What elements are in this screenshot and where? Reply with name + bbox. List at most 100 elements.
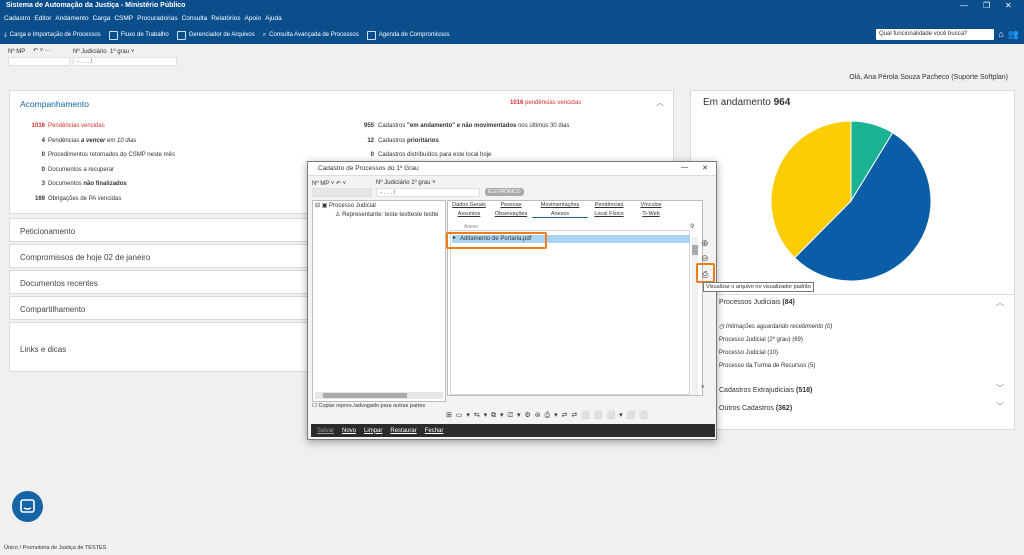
section-links-dicas[interactable]: Links e dicas	[9, 322, 309, 372]
tab-observacoes[interactable]: Observações	[490, 211, 532, 218]
degree-select[interactable]: 1º grau ˅	[110, 49, 134, 55]
tab-assuntos[interactable]: Assuntos	[448, 211, 490, 218]
dialog-minimize-icon[interactable]: —	[681, 164, 688, 171]
section-compromissos[interactable]: Compromissos de hoje 02 de janeiro	[9, 244, 309, 268]
dialog-action-icons[interactable]: ⊞ ▭ ▾ ⇆ ▾ ⧉ ▾ ⎚ ▾ ⚙ ⊜ ⎙ ▾ ⇄ ⇄ ⬜ ⬜ ⬜ ▾ ⬜ …	[446, 411, 649, 420]
stat-count: 3	[41, 181, 45, 187]
processos-judiciais-header[interactable]: Processos Judiciais (84)	[719, 299, 795, 306]
tree-root[interactable]: ⊟ ▣ Processo Judicial	[315, 202, 376, 209]
mp-label: Nº MP	[8, 49, 26, 55]
collapse-chevron-icon[interactable]: ︿	[996, 297, 1004, 308]
menu-consulta[interactable]: Consulta	[182, 15, 208, 26]
section-documentos-recentes[interactable]: Documentos recentes	[9, 270, 309, 294]
tab-vinculos[interactable]: Vínculos	[630, 202, 672, 208]
expand-chevron-icon[interactable]: ﹀	[996, 401, 1004, 412]
toolbar-consulta-button[interactable]: ⌕ Consulta Avançada de Processos	[263, 32, 359, 39]
close-icon[interactable]: ✕	[1005, 1, 1012, 10]
dialog-degree[interactable]: 1º grau	[411, 180, 430, 186]
novo-button[interactable]: Novo	[342, 428, 356, 434]
menu-ajuda[interactable]: Ajuda	[265, 15, 282, 26]
collapse-chevron-icon[interactable]: ︿	[656, 97, 664, 108]
process-tree: ⊟ ▣ Processo Judicial ♙ Representante: t…	[312, 200, 446, 402]
stat-link[interactable]: Cadastros prioritários	[378, 138, 439, 144]
processo-2grau-link[interactable]: Processo Judicial (2º grau) (69)	[719, 337, 803, 343]
processo-turma-link[interactable]: Processo da Turma de Recursos (5)	[719, 363, 815, 369]
dialog-close-icon[interactable]: ✕	[702, 164, 708, 172]
tree-child[interactable]: ♙ Representante: teste testteste testte	[335, 211, 438, 218]
toolbar: ⤓ Carga e Importação de Processos Fluxo d…	[0, 26, 1024, 44]
undo-icon[interactable]: ↶ ˅ ···	[33, 47, 51, 54]
menu-procuradorias[interactable]: Procuradorias	[137, 15, 177, 26]
status-pie-chart	[770, 120, 932, 282]
tab-pessoas[interactable]: Pessoas	[490, 202, 532, 208]
processo-judicial-link[interactable]: Processo Judicial (10)	[719, 350, 778, 356]
stat-link[interactable]: Obrigações de PA vencidas	[48, 196, 121, 202]
menu-editor[interactable]: Editor	[34, 15, 51, 26]
cadastro-processos-dialog: Cadastro de Processos do 1º Grau — ✕ Nº …	[307, 161, 717, 440]
expand-chevron-icon[interactable]: ﹀	[996, 383, 1004, 394]
toolbar-agenda-button[interactable]: Agenda de Compromissos	[366, 30, 449, 40]
restore-icon[interactable]: ❐	[983, 1, 990, 10]
stat-link[interactable]: Pendências vencidas	[48, 123, 105, 129]
add-icon[interactable]: ⊕	[701, 238, 709, 249]
toolbar-carga-button[interactable]: ⤓ Carga e Importação de Processos	[4, 32, 101, 39]
tab-ti-web[interactable]: Ti-Web	[630, 211, 672, 218]
stat-link[interactable]: Pendências a vencer em 10 dias	[48, 138, 136, 144]
menu-andamento[interactable]: Andamento	[55, 15, 88, 26]
stat-count: 1016	[31, 123, 45, 129]
extra-count: (518)	[796, 387, 813, 394]
section-compartilhamento[interactable]: Compartilhamento	[9, 296, 309, 320]
filter-icon[interactable]: ⚲	[690, 223, 694, 230]
menu-cadastro[interactable]: Cadastro	[4, 15, 30, 26]
restaurar-button[interactable]: Restaurar	[390, 428, 416, 434]
file-manager-icon	[176, 30, 186, 40]
minimize-icon[interactable]: —	[960, 1, 968, 10]
search-icon: ⌕	[262, 31, 267, 38]
tree-horizontal-scrollbar[interactable]	[315, 392, 443, 399]
home-icon[interactable]: ⌂	[998, 29, 1003, 40]
stat-link[interactable]: Procedimentos retornados do CSMP neste m…	[48, 152, 175, 158]
stat-link[interactable]: Documentos a recuperar	[48, 167, 114, 173]
anexos-panel: Dados Gerais Pessoas Movimentações Pendê…	[447, 200, 703, 396]
menu-relatorios[interactable]: Relatórios	[211, 15, 240, 26]
copy-checkbox-label: Copiar repres./advogado para outras part…	[318, 403, 426, 409]
dialog-mp-input[interactable]	[312, 188, 372, 197]
section-links-title: Links e dicas	[20, 345, 67, 354]
menu-carga[interactable]: Carga	[93, 15, 111, 26]
dialog-judicial-input[interactable]: - . . . /	[376, 188, 480, 197]
stat-link[interactable]: Cadastros distribuídos para este local h…	[378, 152, 491, 158]
feature-search-input[interactable]: Qual funcionalidade você busca?	[876, 29, 994, 40]
salvar-button[interactable]: Salvar	[317, 428, 334, 434]
stat-link[interactable]: Documentos não finalizados	[48, 181, 127, 187]
dialog-judicial-label: Nº Judiciário 1º grau ˅	[376, 180, 436, 186]
scroll-down-icon[interactable]: ˅	[701, 385, 705, 391]
tab-local-fisico[interactable]: Local Físico	[588, 211, 630, 218]
cadastros-extrajudiciais-header[interactable]: Cadastros Extrajudiciais (518)	[719, 387, 812, 394]
overdue-label: pendências vencidas	[525, 100, 582, 106]
tab-pendencias[interactable]: Pendências	[588, 202, 630, 208]
chat-launcher-button[interactable]	[12, 491, 43, 522]
tab-anexos[interactable]: Anexos	[532, 211, 588, 218]
tree-root-label: Processo Judicial	[329, 203, 376, 209]
menu-csmp[interactable]: CSMP	[114, 15, 133, 26]
section-peticionamento[interactable]: Peticionamento	[9, 218, 309, 242]
outros-cadastros-header[interactable]: Outros Cadastros (362)	[719, 405, 792, 412]
toolbar-fluxo-label: Fluxo de Trabalho	[120, 32, 169, 38]
mp-input[interactable]	[8, 57, 70, 66]
stat-link[interactable]: Cadastros "em andamento" e não movimenta…	[378, 123, 569, 129]
tab-dados-gerais[interactable]: Dados Gerais	[448, 202, 490, 208]
limpar-button[interactable]: Limpar	[364, 428, 382, 434]
copy-representante-checkbox[interactable]: ☐ Copiar repres./advogado para outras pa…	[312, 403, 425, 409]
judicial-input[interactable]: - . . . /	[73, 57, 177, 66]
list-scrollbar[interactable]	[692, 237, 698, 395]
tab-row-2: Assuntos Observações Anexos Local Físico…	[448, 211, 672, 218]
intimacoes-link[interactable]: ◷ Intimações aguardando recebimento (0)	[719, 323, 832, 330]
fechar-button[interactable]: Fechar	[425, 428, 444, 434]
toolbar-fluxo-button[interactable]: Fluxo de Trabalho	[108, 30, 169, 40]
toolbar-arquivos-button[interactable]: Gerenciador de Arquivos	[176, 30, 255, 40]
menu-apoio[interactable]: Apoio	[245, 15, 262, 26]
calendar-icon	[366, 30, 376, 40]
users-icon[interactable]: 👥	[1008, 29, 1019, 40]
tree-child-label: Representante: teste testteste testte	[342, 212, 439, 218]
tab-movimentacoes[interactable]: Movimentações	[532, 202, 588, 208]
